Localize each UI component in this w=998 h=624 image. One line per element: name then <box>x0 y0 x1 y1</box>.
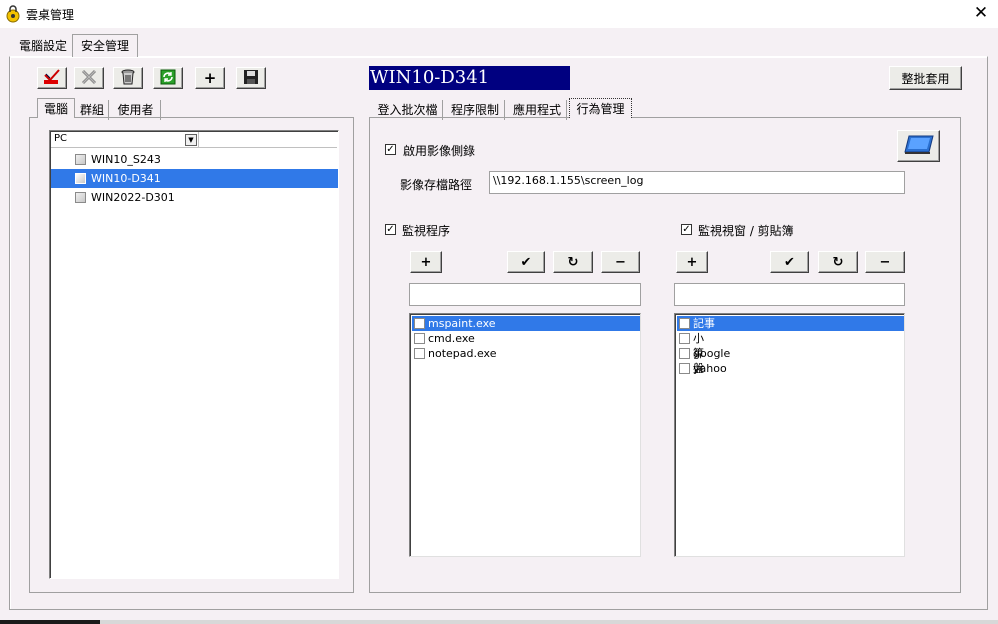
list-item-label: 記事 <box>693 316 715 331</box>
save-icon <box>243 69 259 88</box>
close-button[interactable]: ✕ <box>970 2 992 24</box>
cross-icon <box>80 69 98 88</box>
tree-item-win10-s243[interactable]: WIN10_S243 <box>51 150 338 169</box>
list-item[interactable]: mspaint.exe <box>412 316 640 331</box>
trash-button[interactable] <box>113 67 143 89</box>
minus-icon: − <box>879 254 891 270</box>
lock-person-icon <box>5 5 21 23</box>
add-button[interactable]: + <box>195 67 225 89</box>
list-item-checkbox[interactable] <box>679 318 690 329</box>
window-list[interactable]: 記事 小算盤 google yahoo <box>674 313 905 557</box>
list-item-checkbox[interactable] <box>679 348 690 359</box>
tab-login-batch[interactable]: 登入批次檔 <box>373 100 443 120</box>
check-icon: ✔ <box>520 254 532 270</box>
check-icon <box>43 68 61 88</box>
screen-capture-button[interactable] <box>897 130 940 162</box>
window-title: 雲桌管理 <box>26 8 75 22</box>
process-confirm-button[interactable]: ✔ <box>507 251 545 273</box>
monitor-window-label: 監視視窗 / 剪貼簿 <box>698 224 794 238</box>
column-header-label: PC <box>54 133 68 144</box>
monitor-process-label: 監視程序 <box>402 224 451 238</box>
delete-x-button[interactable] <box>74 67 104 89</box>
host-title: WIN10-D341 <box>369 66 570 90</box>
list-item-checkbox[interactable] <box>414 348 425 359</box>
tab-users[interactable]: 使用者 <box>111 100 161 120</box>
computer-node-icon <box>75 154 86 165</box>
list-item[interactable]: 記事 <box>677 316 904 331</box>
list-item-checkbox[interactable] <box>679 363 690 374</box>
tree-item-win2022-d301[interactable]: WIN2022-D301 <box>51 188 338 207</box>
monitor-process-checkbox[interactable]: ✓ <box>385 224 396 235</box>
process-add-button[interactable]: + <box>410 251 442 273</box>
monitor-window-checkbox[interactable]: ✓ <box>681 224 692 235</box>
tab-applications[interactable]: 應用程式 <box>508 100 567 120</box>
computer-node-icon <box>75 173 86 184</box>
add-icon: + <box>203 69 217 87</box>
column-header-cell <box>51 132 199 148</box>
chevron-down-icon[interactable]: ▼ <box>185 134 197 146</box>
minus-icon: − <box>615 254 626 270</box>
add-icon: + <box>420 254 432 270</box>
window-add-button[interactable]: + <box>676 251 708 273</box>
process-redo-button[interactable]: ↻ <box>553 251 593 273</box>
tree-item-label: WIN10-D341 <box>91 172 161 185</box>
list-item-label: notepad.exe <box>428 347 497 360</box>
process-input[interactable] <box>409 283 641 306</box>
trash-icon <box>120 69 136 88</box>
tree-item-label: WIN10_S243 <box>91 153 161 166</box>
check-button[interactable] <box>37 67 67 89</box>
monitor-icon <box>903 134 935 159</box>
process-list[interactable]: mspaint.exe cmd.exe notepad.exe <box>409 313 641 557</box>
refresh-button[interactable] <box>153 67 183 89</box>
tab-computer-settings[interactable]: 電腦設定 <box>14 36 72 56</box>
refresh-icon <box>160 69 176 88</box>
tab-security-management[interactable]: 安全管理 <box>72 34 138 57</box>
computer-node-icon <box>75 192 86 203</box>
tab-process-restriction[interactable]: 程序限制 <box>446 100 505 120</box>
enable-recording-checkbox[interactable]: ✓ <box>385 144 396 155</box>
storage-path-label: 影像存檔路徑 <box>400 178 473 192</box>
tree-item-label: WIN2022-D301 <box>91 191 175 204</box>
bottom-edge <box>0 620 998 624</box>
column-header[interactable]: PC ▼ <box>51 132 337 148</box>
save-button[interactable] <box>236 67 266 89</box>
list-item-checkbox[interactable] <box>414 333 425 344</box>
taskbar-fragment <box>0 620 100 624</box>
title-bar <box>0 0 998 28</box>
check-icon: ✔ <box>784 254 795 270</box>
list-item-label: mspaint.exe <box>428 316 496 331</box>
enable-recording-label: 啟用影像側錄 <box>403 144 476 158</box>
tab-computers[interactable]: 電腦 <box>37 98 75 118</box>
tab-behavior-management[interactable]: 行為管理 <box>569 98 632 118</box>
tab-groups[interactable]: 群組 <box>76 100 109 120</box>
add-icon: + <box>686 254 698 270</box>
window-redo-button[interactable]: ↻ <box>818 251 858 273</box>
tree-item-win10-d341[interactable]: WIN10-D341 <box>51 169 338 188</box>
redo-icon: ↻ <box>567 254 579 270</box>
batch-apply-button[interactable]: 整批套用 <box>889 66 962 90</box>
list-item-checkbox[interactable] <box>679 333 690 344</box>
list-item-checkbox[interactable] <box>414 318 425 329</box>
list-item-label: cmd.exe <box>428 332 475 345</box>
list-item-label: yahoo <box>693 362 727 375</box>
window-remove-button[interactable]: − <box>865 251 905 273</box>
process-remove-button[interactable]: − <box>601 251 640 273</box>
window-input[interactable] <box>674 283 905 306</box>
window-confirm-button[interactable]: ✔ <box>770 251 809 273</box>
redo-icon: ↻ <box>832 254 844 270</box>
storage-path-input[interactable]: \\192.168.1.155\screen_log <box>489 171 905 194</box>
list-item-label: google <box>693 347 731 360</box>
